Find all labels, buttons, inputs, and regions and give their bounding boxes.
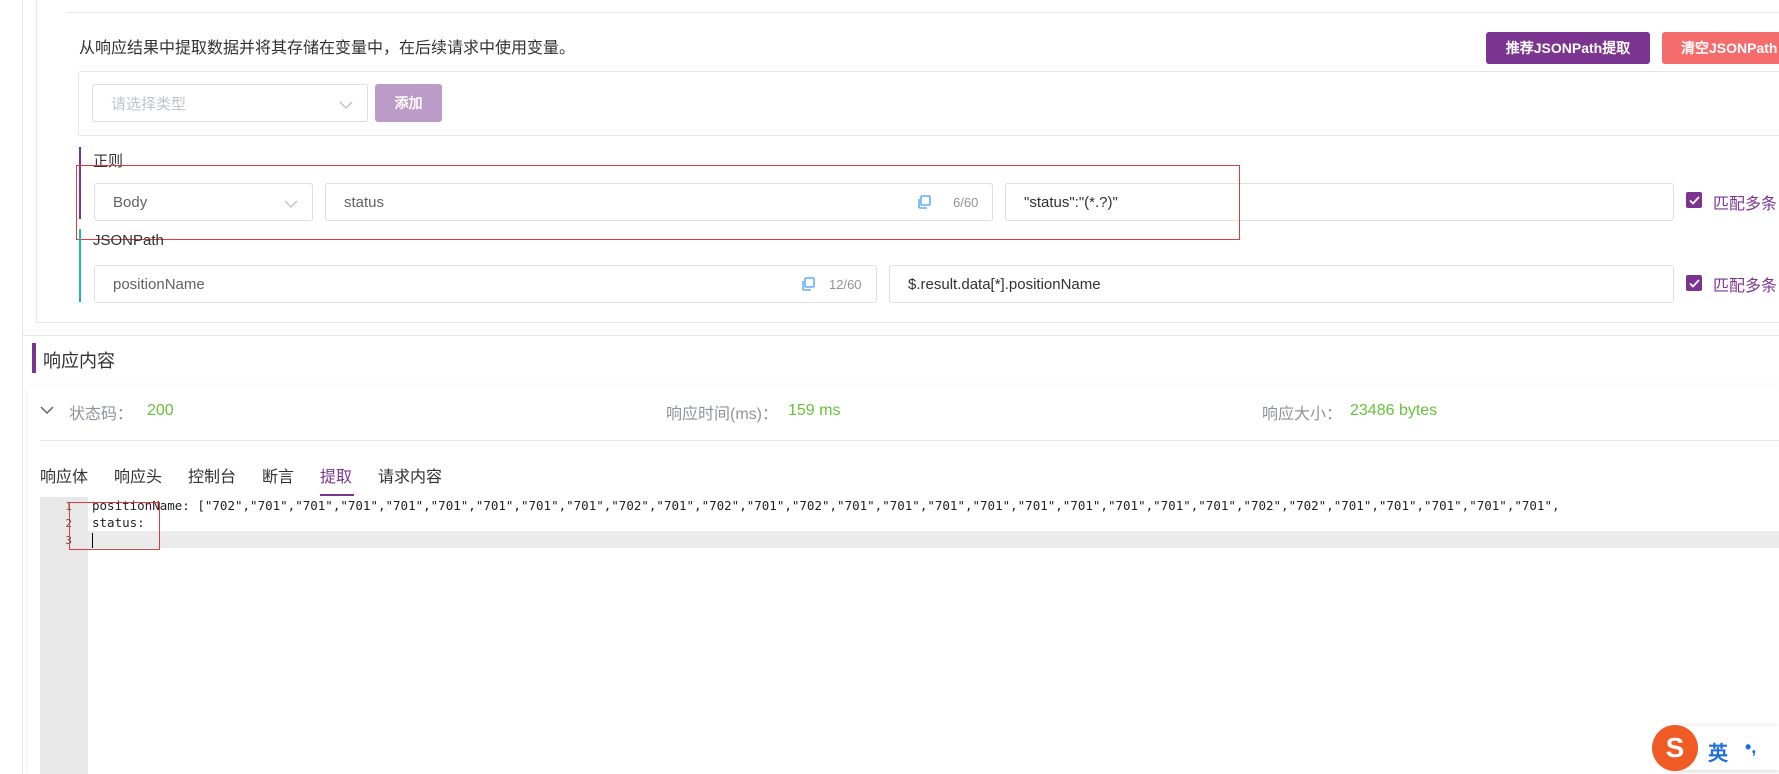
active-line-highlight — [88, 531, 1779, 548]
summary-divider — [40, 440, 1779, 441]
left-frame-line — [22, 0, 23, 774]
response-title-accent — [32, 343, 36, 373]
regex-match-multiple-checkbox[interactable] — [1686, 192, 1702, 208]
tab-response-body[interactable]: 响应体 — [40, 463, 88, 487]
jsonpath-accent-bar — [79, 229, 81, 302]
jsonpath-expression-input[interactable]: $.result.data[*].positionName — [889, 265, 1674, 303]
jsonpath-variable-name-input[interactable]: positionName 12/60 — [94, 265, 877, 303]
tab-request-content[interactable]: 请求内容 — [378, 463, 442, 487]
response-time-label: 响应时间(ms)： — [666, 406, 778, 423]
tab-console[interactable]: 控制台 — [188, 463, 236, 487]
response-size-value: 23486 bytes — [1350, 402, 1438, 419]
extract-type-placeholder: 请选择类型 — [111, 95, 187, 113]
jsonpath-variable-name-value: positionName — [113, 275, 205, 293]
collapse-chevron-icon[interactable] — [40, 402, 54, 420]
copy-icon[interactable] — [801, 277, 815, 295]
status-code-value: 200 — [147, 402, 174, 419]
annotation-highlight-box — [76, 165, 1240, 240]
response-time-value: 159 ms — [788, 402, 841, 419]
top-divider — [66, 12, 1779, 13]
recommend-jsonpath-button[interactable]: 推荐JSONPath提取 — [1486, 32, 1650, 64]
jsonpath-expression-value: $.result.data[*].positionName — [908, 275, 1101, 293]
outer-panel-bottom — [22, 335, 1779, 336]
response-section-title: 响应内容 — [43, 351, 115, 371]
response-size-label: 响应大小： — [1262, 406, 1343, 423]
code-line: positionName: ["702","701","701","701","… — [92, 498, 1560, 513]
tab-extract[interactable]: 提取 — [320, 463, 352, 487]
tab-response-headers[interactable]: 响应头 — [114, 463, 162, 487]
extract-description: 从响应结果中提取数据并将其存储在变量中，在后续请求中使用变量。 — [79, 40, 576, 57]
add-button[interactable]: 添加 — [375, 84, 442, 122]
inner-frame-line — [36, 0, 37, 322]
jsonpath-match-multiple-checkbox[interactable] — [1686, 275, 1702, 291]
extract-panel-bottom — [36, 322, 1779, 323]
jsonpath-name-counter: 12/60 — [829, 277, 862, 292]
jsonpath-section-label: JSONPath — [93, 232, 164, 249]
chevron-down-icon — [339, 97, 353, 114]
ime-punct-label[interactable]: •, — [1745, 737, 1756, 758]
annotation-highlight-box — [69, 502, 160, 550]
ime-mode-label[interactable]: 英 — [1708, 737, 1728, 766]
extract-type-select[interactable]: 请选择类型 — [92, 84, 368, 122]
status-code-label: 状态码： — [69, 406, 134, 423]
clear-jsonpath-button[interactable]: 清空JSONPath — [1662, 32, 1779, 64]
regex-match-multiple-label[interactable]: 匹配多条 — [1713, 190, 1777, 214]
sogou-logo-icon[interactable]: S — [1652, 725, 1698, 771]
active-tab-indicator — [320, 494, 354, 496]
tab-assertions[interactable]: 断言 — [262, 463, 294, 487]
jsonpath-match-multiple-label[interactable]: 匹配多条 — [1713, 272, 1777, 296]
